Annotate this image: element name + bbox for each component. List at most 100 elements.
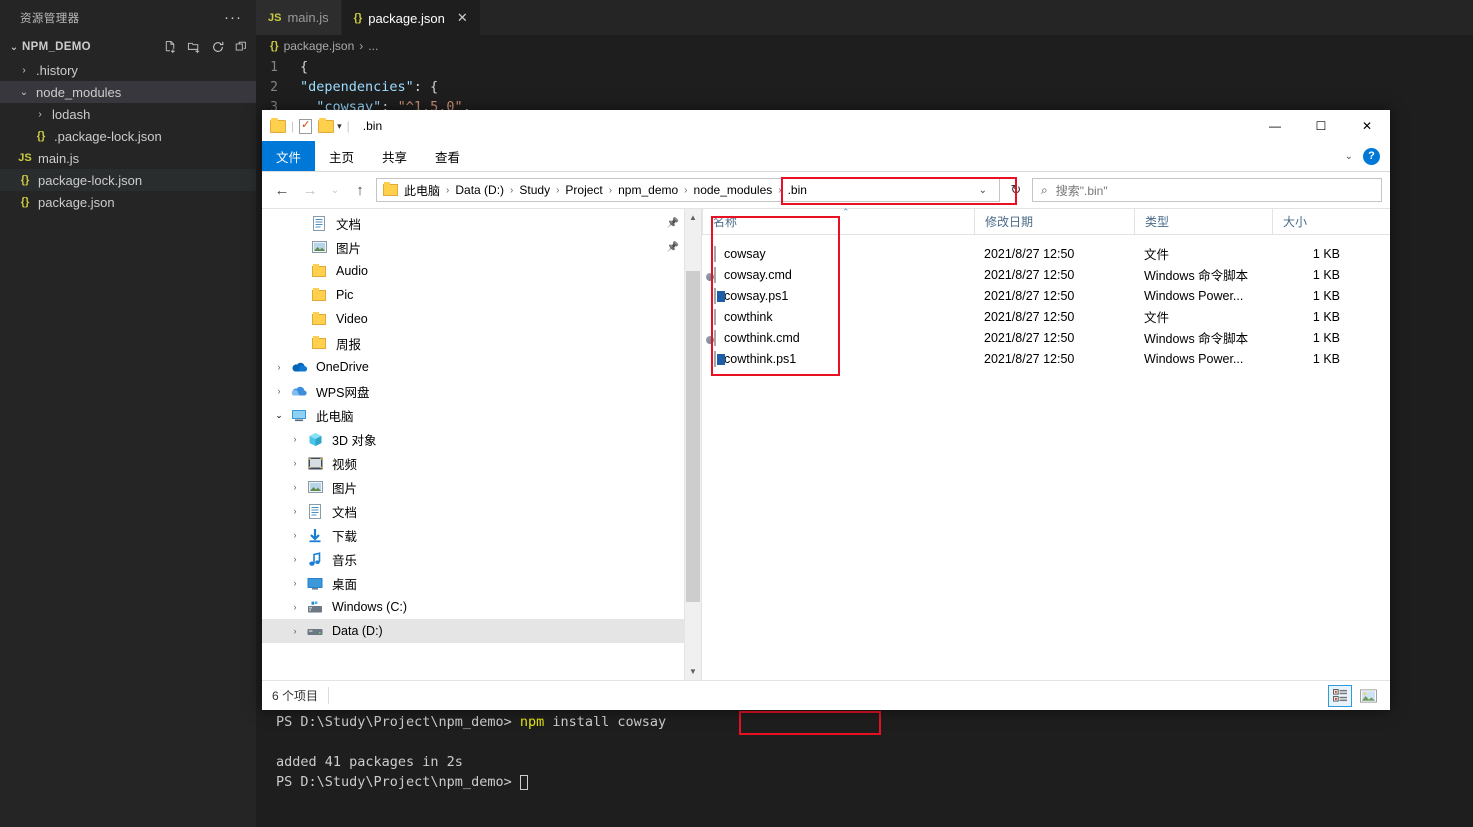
breadcrumb-project[interactable]: Project <box>563 183 604 197</box>
search-box[interactable]: ⌕ 搜索".bin" <box>1032 178 1382 202</box>
ribbon-tab-1[interactable]: 主页 <box>315 141 368 171</box>
new-file-icon[interactable] <box>163 40 178 55</box>
breadcrumb-path-bar[interactable]: 此电脑 › Data (D:) › Study › Project › npm_demo › nod… <box>376 177 1017 205</box>
nav-item---[interactable]: › 视频 <box>262 451 701 475</box>
sidebar-root-folder[interactable]: ⌄ NPM_DEMO <box>0 35 256 59</box>
column-header-0[interactable]: 名称 <box>702 208 974 235</box>
chevron-right-icon[interactable]: › <box>286 602 304 612</box>
breadcrumb-data--d--[interactable]: Data (D:) <box>453 183 506 197</box>
pin-icon[interactable]: 📌 <box>667 218 679 229</box>
forward-button[interactable]: → <box>298 177 322 203</box>
chevron-right-icon[interactable]: › <box>270 386 288 396</box>
editor-tab-package-json[interactable]: {} package.json ✕ <box>341 0 481 35</box>
scroll-down-arrow[interactable]: ▼ <box>685 663 701 680</box>
ribbon-tab-0[interactable]: 文件 <box>262 141 316 171</box>
breadcrumb-rest[interactable]: ... <box>368 39 378 53</box>
sidebar-item-main-js[interactable]: JS main.js <box>0 147 256 169</box>
nav-item-windows--c--[interactable]: › Windows (C:) <box>262 595 701 619</box>
chevron-right-icon[interactable]: › <box>286 626 304 636</box>
collapse-all-icon[interactable] <box>234 40 248 54</box>
nav-item---[interactable]: › 桌面 <box>262 571 701 595</box>
help-icon[interactable]: ? <box>1363 147 1380 165</box>
breadcrumb-node-modules[interactable]: node_modules <box>692 183 775 197</box>
back-button[interactable]: ← <box>270 177 294 203</box>
file-row[interactable]: cowthink.ps1 2021/8/27 12:50 Windows Power… <box>702 348 1390 369</box>
maximize-button[interactable]: ☐ <box>1298 110 1344 142</box>
breadcrumb-file[interactable]: package.json <box>284 39 355 53</box>
nav-item-video[interactable]: Video <box>262 307 701 331</box>
chevron-down-icon[interactable]: ⌄ <box>971 185 995 196</box>
large-icons-view-button[interactable] <box>1356 685 1380 707</box>
chevron-right-icon[interactable]: › <box>286 506 304 516</box>
chevron-right-icon[interactable]: › <box>286 554 304 564</box>
file-row[interactable]: cowsay 2021/8/27 12:50 文件 1 KB <box>702 243 1390 264</box>
nav-item---[interactable]: 文档 📌 <box>262 211 701 235</box>
breadcrumb--bin[interactable]: .bin <box>786 183 809 197</box>
nav-item---[interactable]: › 文档 <box>262 499 701 523</box>
nav-item-data--d--[interactable]: › Data (D:) <box>262 619 701 643</box>
sidebar-item-package-json[interactable]: {} package.json <box>0 191 256 213</box>
editor-tab-main-js[interactable]: JS main.js <box>256 0 342 35</box>
nav-item---[interactable]: 图片 📌 <box>262 235 701 259</box>
new-folder-icon[interactable] <box>318 117 335 133</box>
file-row[interactable]: cowsay.ps1 2021/8/27 12:50 Windows Power..… <box>702 285 1390 306</box>
sidebar-item-node-modules[interactable]: ⌄ node_modules <box>0 81 256 103</box>
nav-item-pic[interactable]: Pic <box>262 283 701 307</box>
new-folder-icon[interactable] <box>187 40 202 55</box>
up-button[interactable]: ↑ <box>348 177 372 203</box>
close-icon[interactable]: ✕ <box>457 10 468 26</box>
chevron-down-icon[interactable]: ▾ <box>337 121 342 132</box>
recent-locations-button[interactable]: ⌄ <box>326 177 344 203</box>
ribbon-tab-label: 主页 <box>329 150 355 165</box>
nav-item-onedrive[interactable]: › OneDrive <box>262 355 701 379</box>
chevron-right-icon[interactable]: › <box>270 362 288 372</box>
sidebar-item-package-lock-json[interactable]: {} package-lock.json <box>0 169 256 191</box>
column-header-3[interactable]: 大小 <box>1272 208 1352 235</box>
code-editor[interactable]: 1 { 2 "dependencies": { 3 "cowsay": "^1.… <box>256 57 1473 117</box>
chevron-right-icon[interactable]: › <box>286 458 304 468</box>
breadcrumb----[interactable]: 此电脑 <box>402 182 442 199</box>
sidebar-more-icon[interactable]: ··· <box>224 10 242 25</box>
chevron-right-icon[interactable]: › <box>286 482 304 492</box>
nav-item----[interactable]: ⌄ 此电脑 <box>262 403 701 427</box>
close-button[interactable]: ✕ <box>1344 110 1390 142</box>
nav-item-3d---[interactable]: › 3D 对象 <box>262 427 701 451</box>
nav-item---[interactable]: › 图片 <box>262 475 701 499</box>
integrated-terminal[interactable]: PS D:\Study\Project\npm_demo> npm instal… <box>256 700 1473 827</box>
column-header-2[interactable]: 类型 <box>1134 208 1272 235</box>
nav-scrollbar[interactable]: ▲ ▼ <box>684 209 701 680</box>
sidebar-item-lodash[interactable]: › lodash <box>0 103 256 125</box>
chevron-down-icon[interactable]: ⌄ <box>270 410 288 421</box>
chevron-down-icon[interactable]: ⌄ <box>1345 151 1353 162</box>
ribbon-tab-2[interactable]: 共享 <box>368 141 421 171</box>
ribbon-tab-3[interactable]: 查看 <box>421 141 474 171</box>
terminal-blank <box>276 732 1473 752</box>
nav-item---[interactable]: › 音乐 <box>262 547 701 571</box>
chevron-right-icon[interactable]: › <box>286 578 304 588</box>
scroll-up-arrow[interactable]: ▲ <box>685 209 701 226</box>
scroll-thumb[interactable] <box>686 271 700 602</box>
explorer-title-bar[interactable]: | ▾ | .bin — ☐ ✕ <box>262 110 1390 142</box>
file-date-cell: 2021/8/27 12:50 <box>984 309 1075 324</box>
nav-item-audio[interactable]: Audio <box>262 259 701 283</box>
minimize-button[interactable]: — <box>1252 110 1298 142</box>
refresh-icon[interactable] <box>211 40 225 54</box>
file-row[interactable]: cowthink 2021/8/27 12:50 文件 1 KB <box>702 306 1390 327</box>
details-view-button[interactable] <box>1328 684 1352 707</box>
sidebar-item--package-lock-json[interactable]: {} .package-lock.json <box>0 125 256 147</box>
chevron-right-icon[interactable]: › <box>286 434 304 444</box>
sidebar-item--history[interactable]: › .history <box>0 59 256 81</box>
breadcrumb-npm-demo[interactable]: npm_demo <box>616 183 680 197</box>
nav-item-wps--[interactable]: › WPS网盘 <box>262 379 701 403</box>
file-row[interactable]: cowsay.cmd 2021/8/27 12:50 Windows 命令脚本 1 K… <box>702 264 1390 285</box>
nav-item---[interactable]: › 下载 <box>262 523 701 547</box>
column-header-1[interactable]: 修改日期 <box>974 208 1134 235</box>
breadcrumb-study[interactable]: Study <box>517 183 552 197</box>
nav-item---[interactable]: 周报 <box>262 331 701 355</box>
pin-icon[interactable]: 📌 <box>667 242 679 253</box>
file-row[interactable]: cowthink.cmd 2021/8/27 12:50 Windows 命令脚本 1… <box>702 327 1390 348</box>
refresh-button[interactable]: ↻ <box>1004 178 1028 202</box>
chevron-right-icon[interactable]: › <box>286 530 304 540</box>
properties-icon[interactable] <box>299 118 313 134</box>
sidebar-item-label: package-lock.json <box>38 172 143 188</box>
